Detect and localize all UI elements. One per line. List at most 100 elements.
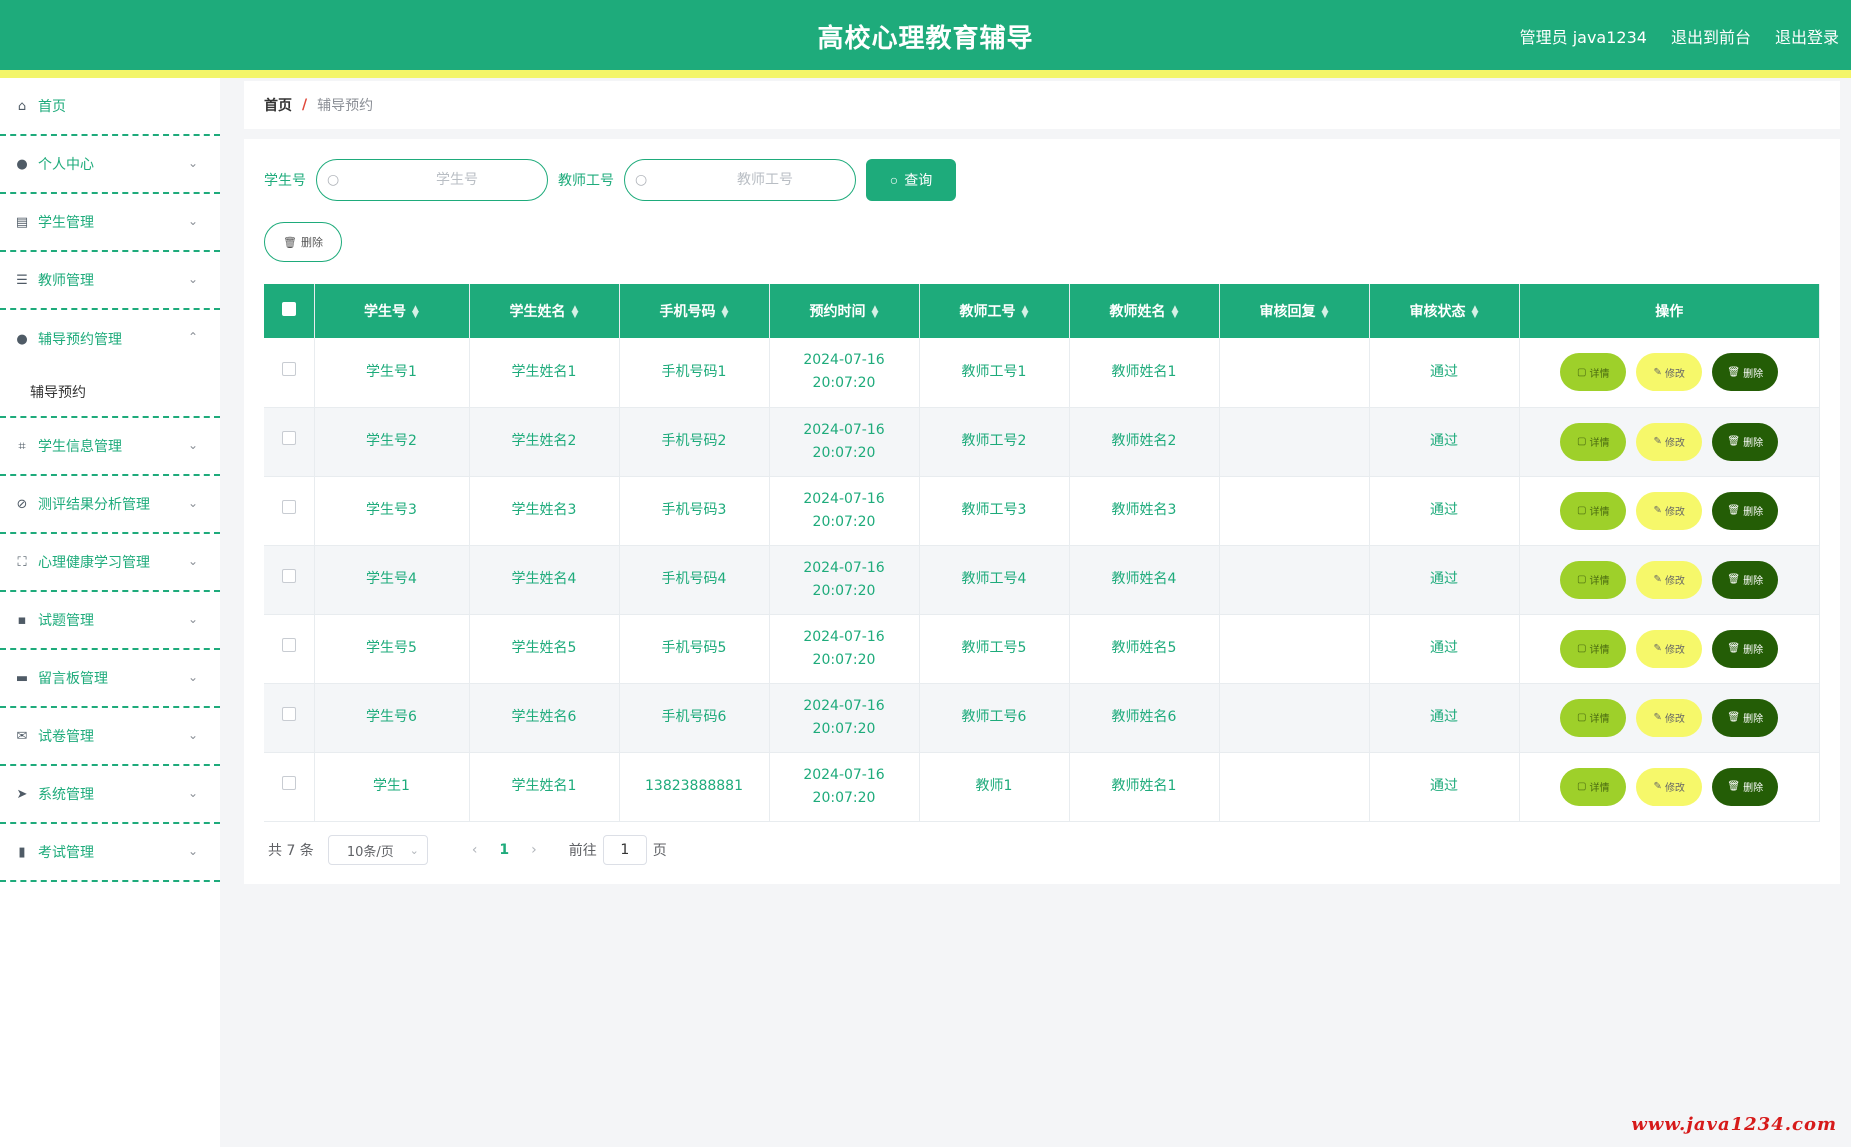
- sidebar-item-appointment-management[interactable]: ● 辅导预约管理 ⌃: [0, 310, 220, 368]
- fullscreen-icon: ⛶: [17, 554, 27, 570]
- column-header-label: 操作: [1655, 304, 1684, 320]
- sidebar-item-home[interactable]: ⌂ 首页: [0, 78, 220, 136]
- row-checkbox[interactable]: [281, 500, 296, 514]
- edit-button[interactable]: ✎ 修改: [1636, 629, 1703, 668]
- detail-button[interactable]: ▢ 详情: [1560, 767, 1627, 806]
- cell-review-reply: [1219, 545, 1370, 615]
- sidebar-item-exam-management[interactable]: ▮ 考试管理 ⌄: [0, 824, 220, 882]
- sidebar-item-appointment[interactable]: 辅导预约: [0, 368, 220, 418]
- doc-icon: ▢: [1577, 505, 1587, 516]
- next-page-button[interactable]: ›: [531, 842, 537, 858]
- detail-button[interactable]: ▢ 详情: [1560, 560, 1627, 599]
- trash-icon: 🗑: [1727, 643, 1741, 654]
- sidebar-item-label: 学生管理: [38, 215, 94, 231]
- cell-student-name: 学生姓名2: [469, 407, 620, 477]
- cell-review-status: 通过: [1369, 545, 1520, 615]
- sidebar-item-paper-management[interactable]: ✉ 试卷管理 ⌄: [0, 708, 220, 766]
- edit-button[interactable]: ✎ 修改: [1636, 422, 1703, 461]
- delete-button-label: 删除: [1743, 645, 1764, 656]
- sidebar-item-label: 心理健康学习管理: [38, 555, 150, 571]
- user-icon: ●: [16, 331, 28, 347]
- column-header-teacher-no[interactable]: 教师工号 ▲ ▼: [919, 284, 1070, 338]
- column-header-student-no[interactable]: 学生号 ▲ ▼: [314, 284, 470, 338]
- goto-page-input[interactable]: 1: [602, 835, 647, 865]
- edit-button[interactable]: ✎ 修改: [1636, 560, 1703, 599]
- detail-button[interactable]: ▢ 详情: [1560, 422, 1627, 461]
- column-header-review-status[interactable]: 审核状态 ▲ ▼: [1369, 284, 1520, 338]
- cell-appointment-time: 2024-07-16 20:07:20: [769, 338, 920, 408]
- row-checkbox[interactable]: [281, 707, 296, 721]
- logout-link[interactable]: 退出登录: [1775, 24, 1839, 48]
- batch-delete-button[interactable]: 🗑 删除: [264, 222, 342, 262]
- cell-review-reply: [1219, 407, 1370, 477]
- query-button[interactable]: ○ 查询: [866, 159, 956, 201]
- row-checkbox[interactable]: [281, 569, 296, 583]
- edit-button[interactable]: ✎ 修改: [1636, 353, 1703, 392]
- delete-button[interactable]: 🗑 删除: [1712, 353, 1779, 392]
- teacher-no-input[interactable]: [625, 160, 855, 200]
- row-select-cell: [264, 614, 315, 684]
- row-checkbox[interactable]: [281, 361, 296, 376]
- sidebar-item-student-management[interactable]: ▤ 学生管理 ⌄: [0, 194, 220, 252]
- detail-button-label: 详情: [1589, 783, 1610, 794]
- sort-icon[interactable]: ▲ ▼: [722, 305, 729, 320]
- chevron-down-icon: ⌄: [187, 844, 198, 858]
- goto-suffix: 页: [652, 843, 667, 859]
- pencil-icon: ✎: [1653, 574, 1662, 585]
- sort-icon[interactable]: ▲ ▼: [412, 305, 419, 320]
- select-all-checkbox[interactable]: [281, 302, 296, 316]
- sidebar-item-label: 辅导预约管理: [38, 332, 122, 348]
- column-header-student-name[interactable]: 学生姓名 ▲ ▼: [469, 284, 620, 338]
- sidebar-item-label: 试卷管理: [38, 729, 94, 745]
- student-no-input[interactable]: [317, 160, 547, 200]
- detail-button[interactable]: ▢ 详情: [1560, 491, 1627, 530]
- cell-appointment-time: 2024-07-16 20:07:20: [769, 407, 920, 477]
- delete-button[interactable]: 🗑 删除: [1712, 698, 1779, 737]
- sort-icon[interactable]: ▲ ▼: [872, 305, 879, 320]
- cell-student-no: 学生号2: [314, 407, 470, 477]
- row-checkbox[interactable]: [281, 776, 296, 790]
- sidebar-item-assessment-analysis[interactable]: ⊘ 测评结果分析管理 ⌄: [0, 476, 220, 534]
- detail-button-label: 详情: [1589, 507, 1610, 518]
- sidebar-item-mental-health-learning[interactable]: ⛶ 心理健康学习管理 ⌄: [0, 534, 220, 592]
- sidebar-item-question-management[interactable]: ▪ 试题管理 ⌄: [0, 592, 220, 650]
- detail-button[interactable]: ▢ 详情: [1560, 698, 1627, 737]
- edit-button[interactable]: ✎ 修改: [1636, 491, 1703, 530]
- cell-phone: 手机号码3: [619, 476, 770, 546]
- column-header-teacher-name[interactable]: 教师姓名 ▲ ▼: [1069, 284, 1220, 338]
- sort-icon[interactable]: ▲ ▼: [1022, 305, 1029, 320]
- edit-button-label: 修改: [1664, 714, 1685, 725]
- column-header-review-reply[interactable]: 审核回复 ▲ ▼: [1219, 284, 1370, 338]
- sort-icon[interactable]: ▲ ▼: [572, 305, 579, 320]
- edit-button[interactable]: ✎ 修改: [1636, 698, 1703, 737]
- back-to-front-link[interactable]: 退出到前台: [1671, 24, 1751, 48]
- sidebar-item-teacher-management[interactable]: ☰ 教师管理 ⌄: [0, 252, 220, 310]
- sort-icon[interactable]: ▲ ▼: [1472, 305, 1479, 320]
- edit-button[interactable]: ✎ 修改: [1636, 767, 1703, 806]
- delete-button[interactable]: 🗑 删除: [1712, 767, 1779, 806]
- prev-page-button[interactable]: ‹: [472, 842, 478, 858]
- delete-button-label: 删除: [1743, 438, 1764, 449]
- page-size-select[interactable]: 10条/页 ⌄: [327, 835, 428, 865]
- sidebar-item-message-board[interactable]: ▬ 留言板管理 ⌄: [0, 650, 220, 708]
- row-checkbox[interactable]: [281, 638, 296, 652]
- sort-icon[interactable]: ▲ ▼: [1172, 305, 1179, 320]
- delete-button[interactable]: 🗑 删除: [1712, 491, 1779, 530]
- chevron-down-icon: ⌄: [187, 728, 198, 742]
- column-header-phone[interactable]: 手机号码 ▲ ▼: [619, 284, 770, 338]
- row-checkbox[interactable]: [281, 431, 296, 445]
- sidebar-item-personal-center[interactable]: ● 个人中心 ⌄: [0, 136, 220, 194]
- sidebar-item-student-info[interactable]: ⌗ 学生信息管理 ⌄: [0, 418, 220, 476]
- delete-button[interactable]: 🗑 删除: [1712, 560, 1779, 599]
- sidebar-item-system-management[interactable]: ➤ 系统管理 ⌄: [0, 766, 220, 824]
- delete-button[interactable]: 🗑 删除: [1712, 422, 1779, 461]
- delete-button[interactable]: 🗑 删除: [1712, 629, 1779, 668]
- breadcrumb-home[interactable]: 首页: [264, 95, 292, 115]
- cell-review-reply: [1219, 752, 1370, 822]
- column-header-appointment-time[interactable]: 预约时间 ▲ ▼: [769, 284, 920, 338]
- detail-button[interactable]: ▢ 详情: [1560, 629, 1627, 668]
- detail-button[interactable]: ▢ 详情: [1560, 353, 1627, 392]
- sort-icon[interactable]: ▲ ▼: [1322, 305, 1329, 320]
- search-icon: ○: [635, 172, 648, 188]
- page-number[interactable]: 1: [499, 842, 509, 858]
